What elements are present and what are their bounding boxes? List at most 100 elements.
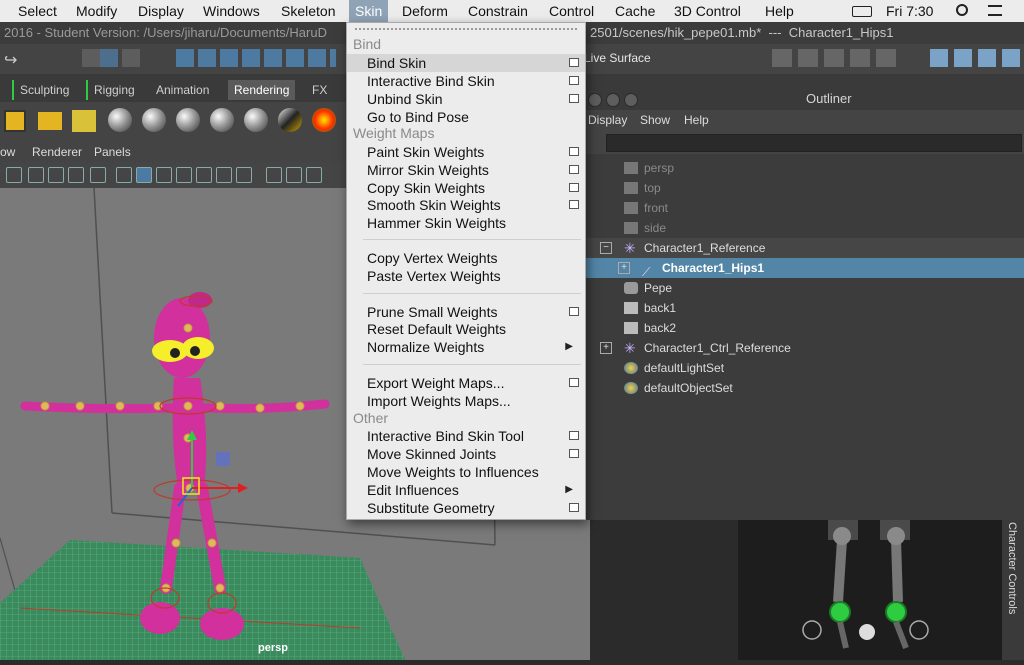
menu-item-go-to-bind-pose[interactable]: Go to Bind Pose — [347, 108, 585, 126]
menu-item-normalize-weights[interactable]: Normalize Weights ▶ — [347, 338, 585, 356]
option-box-icon[interactable] — [569, 503, 579, 512]
ambient-occlusion-icon[interactable] — [236, 167, 252, 183]
shelf-tab-animation[interactable]: Animation — [150, 80, 215, 100]
shaded-icon[interactable] — [28, 167, 44, 183]
notification-center-icon[interactable] — [988, 5, 1002, 16]
expand-icon[interactable]: + — [600, 342, 612, 354]
zoom-window-button[interactable] — [624, 93, 638, 107]
shader-sphere-icon[interactable] — [210, 108, 234, 132]
option-box-icon[interactable] — [569, 58, 579, 67]
shader-sphere-icon[interactable] — [142, 108, 166, 132]
live-surface-button[interactable]: Live Surface — [584, 51, 651, 65]
minimize-window-button[interactable] — [606, 93, 620, 107]
shelf-tab-fx[interactable]: FX — [306, 80, 333, 100]
resolution-gate-icon[interactable] — [90, 167, 106, 183]
outliner-row-back1[interactable]: back1 — [584, 298, 1024, 318]
menu-control[interactable]: Control — [549, 2, 594, 20]
collapse-icon[interactable]: − — [600, 242, 612, 254]
menu-item-move-skinned-joints[interactable]: Move Skinned Joints — [347, 445, 585, 463]
outliner-row-character1-hips1[interactable]: + ⟋ Character1_Hips1 — [584, 258, 1024, 279]
light-grid-icon[interactable] — [72, 110, 96, 132]
option-box-icon[interactable] — [569, 378, 579, 387]
outliner-row-character1-ctrl-reference[interactable]: + ✳ Character1_Ctrl_Reference — [584, 338, 1024, 358]
menu-item-prune-small-weights[interactable]: Prune Small Weights — [347, 303, 585, 321]
panel-layout-icons[interactable] — [930, 49, 1020, 67]
lasso-tool-icon[interactable] — [100, 49, 118, 67]
menu-item-interactive-bind-skin[interactable]: Interactive Bind Skin — [347, 72, 585, 90]
option-box-icon[interactable] — [569, 449, 579, 458]
wireframe-icon[interactable] — [6, 167, 22, 183]
shelf-tab-rigging[interactable]: Rigging — [86, 80, 141, 100]
shader-sphere-icon[interactable] — [108, 108, 132, 132]
outliner-row-default-object-set[interactable]: defaultObjectSet — [584, 378, 1024, 398]
shader-sphere-icon[interactable] — [244, 108, 268, 132]
right-toe-control[interactable] — [909, 620, 929, 640]
redo-icon[interactable]: ↪ — [4, 50, 17, 70]
viewport-menu-panels[interactable]: Panels — [94, 142, 131, 162]
menu-3d-control[interactable]: 3D Control — [674, 2, 741, 20]
menu-display[interactable]: Display — [138, 2, 184, 20]
option-box-icon[interactable] — [569, 307, 579, 316]
lights-icon[interactable] — [196, 167, 212, 183]
right-ankle-effector[interactable] — [885, 601, 907, 623]
option-box-icon[interactable] — [569, 183, 579, 192]
snap-icons[interactable] — [176, 49, 336, 67]
option-box-icon[interactable] — [569, 76, 579, 85]
outliner-search-field[interactable] — [606, 134, 1022, 152]
outliner-row-side[interactable]: side — [584, 218, 1024, 238]
outliner-menu-display[interactable]: Display — [588, 110, 627, 130]
menu-item-copy-vertex-weights[interactable]: Copy Vertex Weights — [347, 249, 585, 267]
menu-deform[interactable]: Deform — [402, 2, 448, 20]
battery-icon[interactable] — [852, 6, 872, 17]
viewport-menu-show[interactable]: ow — [0, 142, 15, 162]
spotlight-search-icon[interactable] — [956, 4, 968, 16]
antialias-icon[interactable] — [286, 167, 302, 183]
menu-modify[interactable]: Modify — [76, 2, 117, 20]
close-window-button[interactable] — [588, 93, 602, 107]
menu-item-substitute-geometry[interactable]: Substitute Geometry — [347, 499, 585, 517]
menu-item-import-weights-maps[interactable]: Import Weights Maps... — [347, 392, 585, 410]
outliner-row-front[interactable]: front — [584, 198, 1024, 218]
outliner-row-top[interactable]: top — [584, 178, 1024, 198]
shadows-icon[interactable] — [216, 167, 232, 183]
outliner-menu-help[interactable]: Help — [684, 110, 709, 130]
viewport-menu-renderer[interactable]: Renderer — [32, 142, 82, 162]
menu-item-bind-skin[interactable]: Bind Skin — [347, 54, 585, 72]
option-box-icon[interactable] — [569, 200, 579, 209]
menu-item-smooth-skin-weights[interactable]: Smooth Skin Weights — [347, 196, 585, 214]
shelf-tab-rendering[interactable]: Rendering — [228, 80, 296, 100]
joint-xray-icon[interactable] — [156, 167, 172, 183]
shelf-tab-sculpting[interactable]: Sculpting — [12, 80, 75, 100]
menu-constrain[interactable]: Constrain — [468, 2, 528, 20]
menu-item-copy-skin-weights[interactable]: Copy Skin Weights — [347, 179, 585, 197]
menu-item-unbind-skin[interactable]: Unbind Skin — [347, 90, 585, 108]
components-xray-icon[interactable] — [176, 167, 192, 183]
apple-icon[interactable] — [2, 3, 10, 17]
menu-cache[interactable]: Cache — [615, 2, 655, 20]
center-control[interactable] — [859, 624, 875, 640]
option-box-icon[interactable] — [569, 94, 579, 103]
left-ankle-effector[interactable] — [829, 601, 851, 623]
motion-blur-icon[interactable] — [266, 167, 282, 183]
grid-icon[interactable] — [68, 167, 84, 183]
menu-item-reset-default-weights[interactable]: Reset Default Weights — [347, 320, 585, 338]
menu-help[interactable]: Help — [765, 2, 794, 20]
menu-item-move-weights-to-influences[interactable]: Move Weights to Influences — [347, 463, 585, 481]
outliner-row-default-light-set[interactable]: defaultLightSet — [584, 358, 1024, 378]
outliner-row-persp[interactable]: persp — [584, 158, 1024, 178]
textured-icon[interactable] — [48, 167, 64, 183]
left-toe-control[interactable] — [802, 620, 822, 640]
tear-off-handle[interactable] — [355, 28, 577, 34]
depth-of-field-icon[interactable] — [306, 167, 322, 183]
option-box-icon[interactable] — [569, 165, 579, 174]
menu-item-export-weight-maps[interactable]: Export Weight Maps... — [347, 374, 585, 392]
menu-windows[interactable]: Windows — [203, 2, 260, 20]
menu-item-mirror-skin-weights[interactable]: Mirror Skin Weights — [347, 161, 585, 179]
light-icon[interactable] — [4, 110, 26, 132]
menu-skin[interactable]: Skin — [349, 0, 389, 22]
hypershade-icon[interactable] — [312, 108, 336, 132]
clock[interactable]: Fri 7:30 — [886, 2, 933, 20]
render-icons[interactable] — [772, 49, 902, 67]
xray-icon[interactable] — [136, 167, 152, 183]
outliner-row-pepe[interactable]: Pepe — [584, 278, 1024, 298]
